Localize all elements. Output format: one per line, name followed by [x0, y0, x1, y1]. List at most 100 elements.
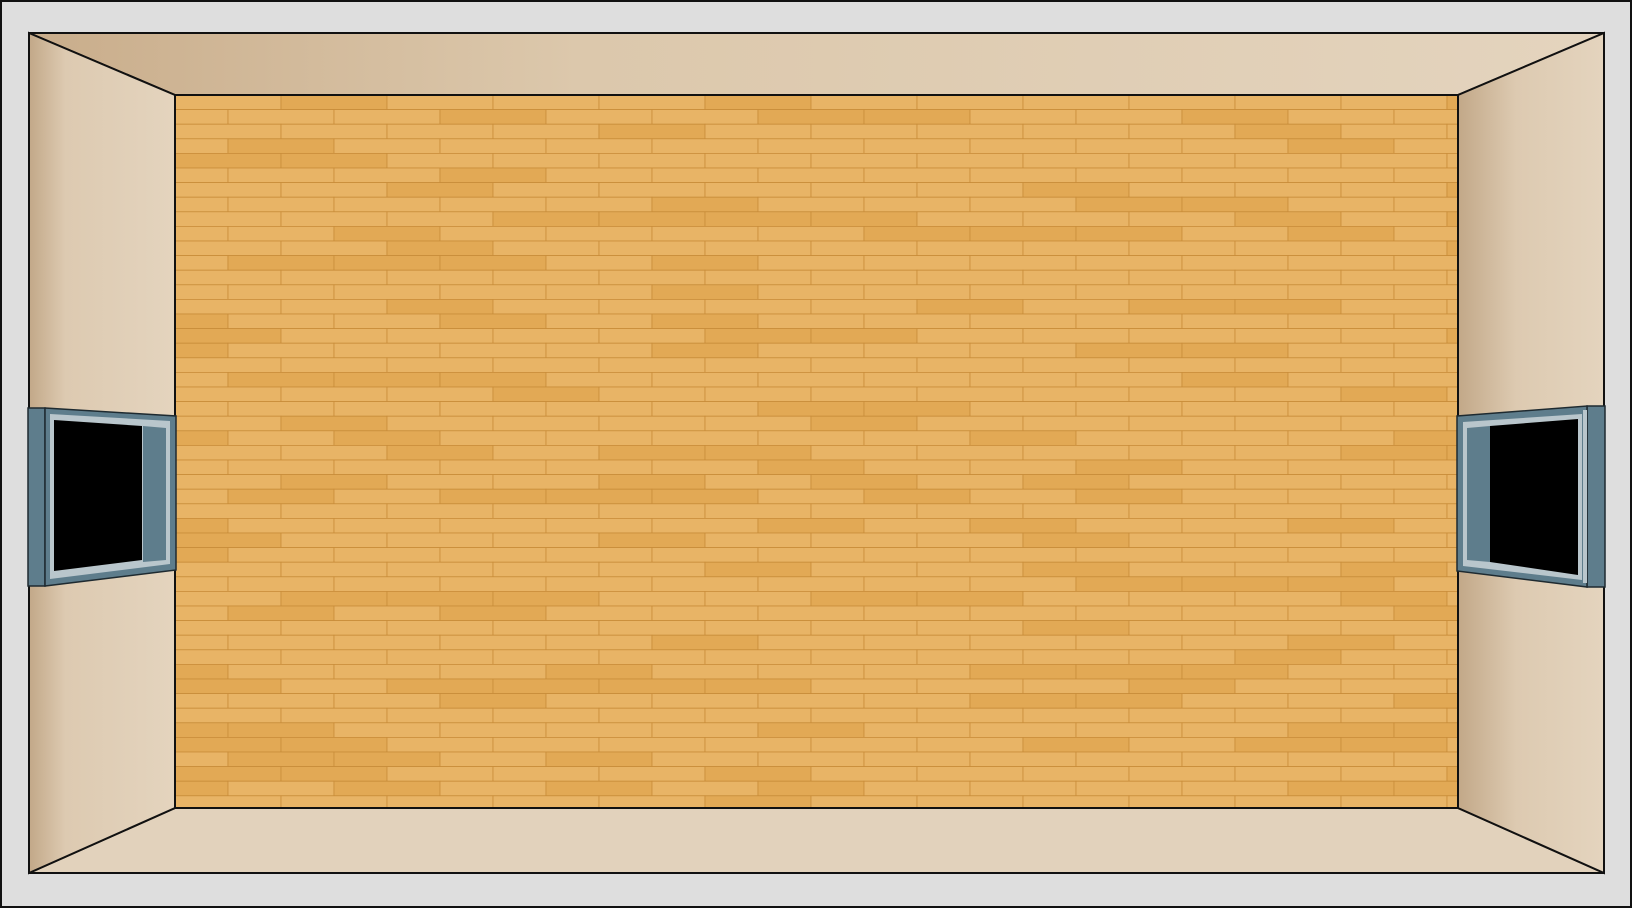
floor-plank — [863, 167, 971, 184]
left-window — [27, 407, 177, 587]
floor-plank — [810, 123, 918, 140]
floor-plank — [704, 328, 812, 344]
floor-plank — [863, 605, 971, 622]
floor-plank — [175, 386, 282, 403]
floor-plank — [810, 591, 918, 607]
floor-plank — [916, 444, 1024, 461]
floor-plank — [492, 561, 600, 578]
floor-plank — [598, 444, 706, 461]
floor-plank — [492, 737, 600, 753]
floor-plank — [280, 386, 388, 403]
floor-plank — [863, 459, 971, 476]
floor-plank — [704, 503, 812, 519]
floor-plank — [1340, 620, 1448, 636]
floor-plank — [227, 634, 335, 651]
floor-plank — [439, 371, 547, 388]
floor-plank — [280, 503, 388, 519]
floor-plank — [810, 649, 918, 665]
floor-plank — [280, 591, 388, 607]
floor-plank — [280, 269, 388, 286]
floor-plank — [1022, 123, 1130, 140]
floor-plank — [492, 298, 600, 315]
floor-plank — [916, 766, 1024, 782]
floor-plank — [1234, 444, 1342, 461]
floor-plank — [386, 474, 494, 490]
floor-plank — [1340, 532, 1448, 549]
floor-plank — [969, 722, 1077, 738]
floor-plank — [598, 678, 706, 695]
floor-plank — [175, 707, 282, 724]
floor-plank — [545, 518, 653, 534]
floor-plank — [175, 123, 282, 140]
floor-plank — [704, 95, 812, 111]
floor-plank — [757, 576, 865, 592]
floor-plank — [969, 342, 1077, 359]
floor-plank — [1340, 269, 1448, 286]
floor-plank — [280, 737, 388, 753]
floor-plank — [227, 167, 335, 184]
floor-plank — [916, 269, 1024, 286]
floor-plank — [1075, 225, 1183, 242]
floor-plank — [1022, 152, 1130, 169]
floor-plank — [863, 284, 971, 300]
floor-plank — [1128, 444, 1236, 461]
floor-plank — [810, 211, 918, 227]
floor-plank — [1075, 401, 1183, 417]
floor-plank — [227, 488, 335, 505]
floor-plank — [1022, 707, 1130, 724]
floor-plank — [175, 298, 282, 315]
floor-plank — [1234, 269, 1342, 286]
floor-plank — [1181, 664, 1289, 680]
floor-plank — [492, 415, 600, 432]
floor-plank — [1075, 109, 1183, 125]
floor-plank — [492, 386, 600, 403]
floor-plank — [1287, 488, 1395, 505]
floor-planks — [175, 95, 1458, 808]
floor-plank — [439, 109, 547, 125]
floor-plank — [175, 737, 282, 753]
floor-plank — [1181, 722, 1289, 738]
floor-plank — [1022, 357, 1130, 373]
floor-plank — [545, 109, 653, 125]
floor-plank — [916, 123, 1024, 140]
floor-plank — [598, 474, 706, 490]
floor-plank — [545, 751, 653, 768]
floor-plank — [175, 532, 282, 549]
floor-plank — [1181, 225, 1289, 242]
floor-plank — [1075, 576, 1183, 592]
floor-plank — [280, 152, 388, 169]
floor-plank — [492, 95, 600, 111]
floor-plank — [598, 269, 706, 286]
floor-plank — [863, 313, 971, 330]
floor-plank — [1075, 693, 1183, 709]
floor-plank — [1234, 474, 1342, 490]
floor-plank — [969, 138, 1077, 154]
floor-plank — [916, 737, 1024, 753]
floor-plank — [810, 561, 918, 578]
floor-plank — [439, 167, 547, 184]
floor-plank — [598, 766, 706, 782]
floor-plank — [386, 95, 494, 111]
floor-plank — [1022, 561, 1130, 578]
floor-plank — [810, 357, 918, 373]
floor-plank — [1340, 182, 1448, 198]
floor-plank — [1234, 620, 1342, 636]
floor-plank — [492, 240, 600, 257]
floor-plank — [757, 255, 865, 271]
floor-plank — [810, 503, 918, 519]
floor-plank — [1128, 357, 1236, 373]
floor-plank — [1340, 737, 1448, 753]
floor-plank — [916, 386, 1024, 403]
floor-plank — [1075, 751, 1183, 768]
floor-plank — [969, 576, 1077, 592]
floor-plank — [1022, 444, 1130, 461]
floor-plank — [704, 240, 812, 257]
floor-plank — [704, 123, 812, 140]
floor-plank — [863, 138, 971, 154]
floor-plank — [704, 357, 812, 373]
floor-plank — [1234, 678, 1342, 695]
floor-plank — [757, 634, 865, 651]
floor-plank — [1287, 605, 1395, 622]
floor-plank — [545, 459, 653, 476]
floor-plank — [810, 678, 918, 695]
